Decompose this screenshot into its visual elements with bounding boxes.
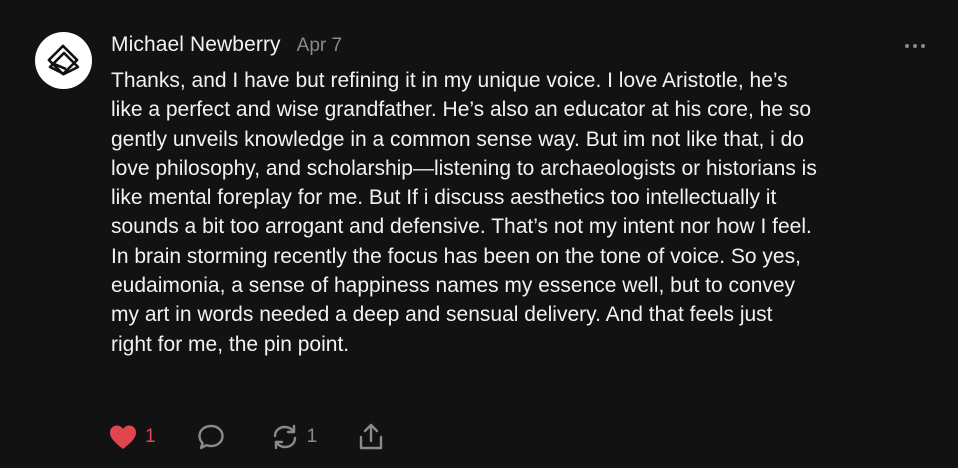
comment-line: sounds a bit too arrogant and defensive.… [111, 215, 812, 239]
comment-date[interactable]: Apr 7 [297, 35, 342, 57]
heart-icon [110, 425, 136, 449]
comment-line: right for me, the pin point. [111, 332, 350, 356]
author-name[interactable]: Michael Newberry [111, 33, 281, 57]
restack-icon [273, 424, 296, 450]
comment-line: gently unveils knowledge in a common sen… [111, 127, 804, 151]
comment-body: Thanks, and I have but refining it in my… [111, 66, 941, 359]
share-button[interactable] [357, 420, 385, 454]
share-icon [359, 423, 383, 450]
like-button[interactable]: 1 [108, 420, 156, 454]
logo-icon [47, 44, 79, 75]
comment-icon [197, 424, 224, 450]
comment-line: Thanks, and I have but refining it in my… [111, 69, 788, 92]
restack-button[interactable]: 1 [270, 420, 318, 454]
more-options-icon [905, 44, 925, 48]
reply-button[interactable] [196, 420, 226, 454]
like-count: 1 [145, 426, 156, 447]
comment-line: In brain storming recently the focus has… [111, 244, 801, 268]
comment: Michael Newberry Apr 7 Thanks, and I hav… [0, 0, 958, 468]
comment-actions: 1 1 [108, 420, 385, 454]
more-options-button[interactable] [900, 36, 930, 56]
comment-line: like mental foreplay for me. But If i di… [111, 186, 777, 210]
comment-line: my art in words needed a deep and sensua… [111, 303, 773, 327]
comment-line: love philosophy, and scholarship—listeni… [111, 156, 817, 180]
comment-line: like a perfect and wise grandfather. He’… [111, 98, 812, 122]
avatar[interactable] [35, 32, 92, 89]
comment-line: eudaimonia, a sense of happiness names m… [111, 274, 796, 298]
restack-count: 1 [306, 426, 318, 447]
comment-header: Michael Newberry Apr 7 [111, 33, 342, 61]
